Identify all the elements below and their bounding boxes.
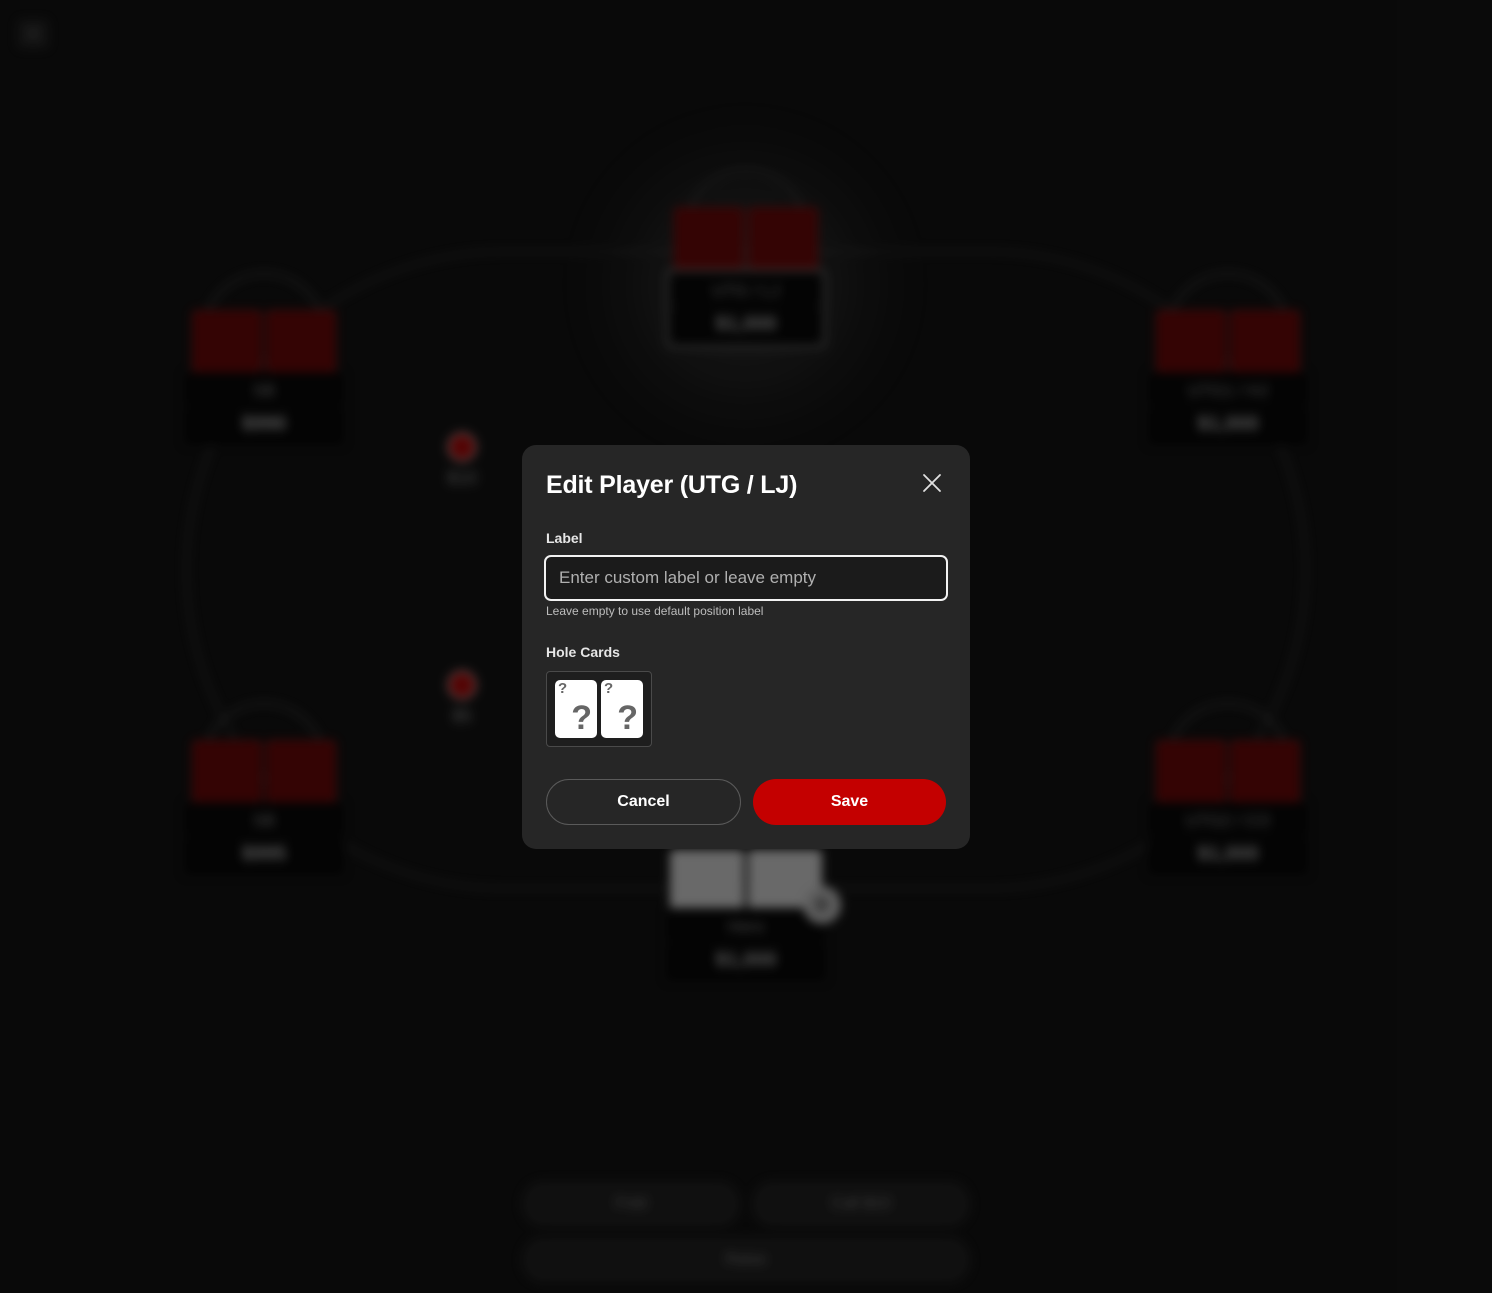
hole-card-1[interactable]: ? ? bbox=[555, 680, 597, 738]
label-field-label: Label bbox=[546, 530, 583, 546]
label-input[interactable] bbox=[544, 555, 948, 601]
card-center-rank: ? bbox=[571, 699, 592, 737]
label-field-hint: Leave empty to use default position labe… bbox=[546, 604, 764, 618]
hole-card-2[interactable]: ? ? bbox=[601, 680, 643, 738]
close-icon[interactable] bbox=[918, 469, 946, 497]
save-button[interactable]: Save bbox=[753, 779, 946, 825]
hole-cards-selector[interactable]: ? ? ? ? bbox=[546, 671, 652, 747]
card-corner-rank: ? bbox=[558, 680, 568, 697]
cancel-button[interactable]: Cancel bbox=[546, 779, 741, 825]
card-corner-rank: ? bbox=[604, 680, 614, 697]
card-center-rank: ? bbox=[617, 699, 638, 737]
hole-cards-label: Hole Cards bbox=[546, 644, 620, 660]
dialog-title: Edit Player (UTG / LJ) bbox=[546, 471, 798, 499]
poker-table-screen: ✕ UTG / LJ $1,000 SB $990 UTG1 / HJ $1,0… bbox=[0, 0, 1492, 1293]
edit-player-dialog: Edit Player (UTG / LJ) Label Leave empty… bbox=[522, 445, 970, 849]
